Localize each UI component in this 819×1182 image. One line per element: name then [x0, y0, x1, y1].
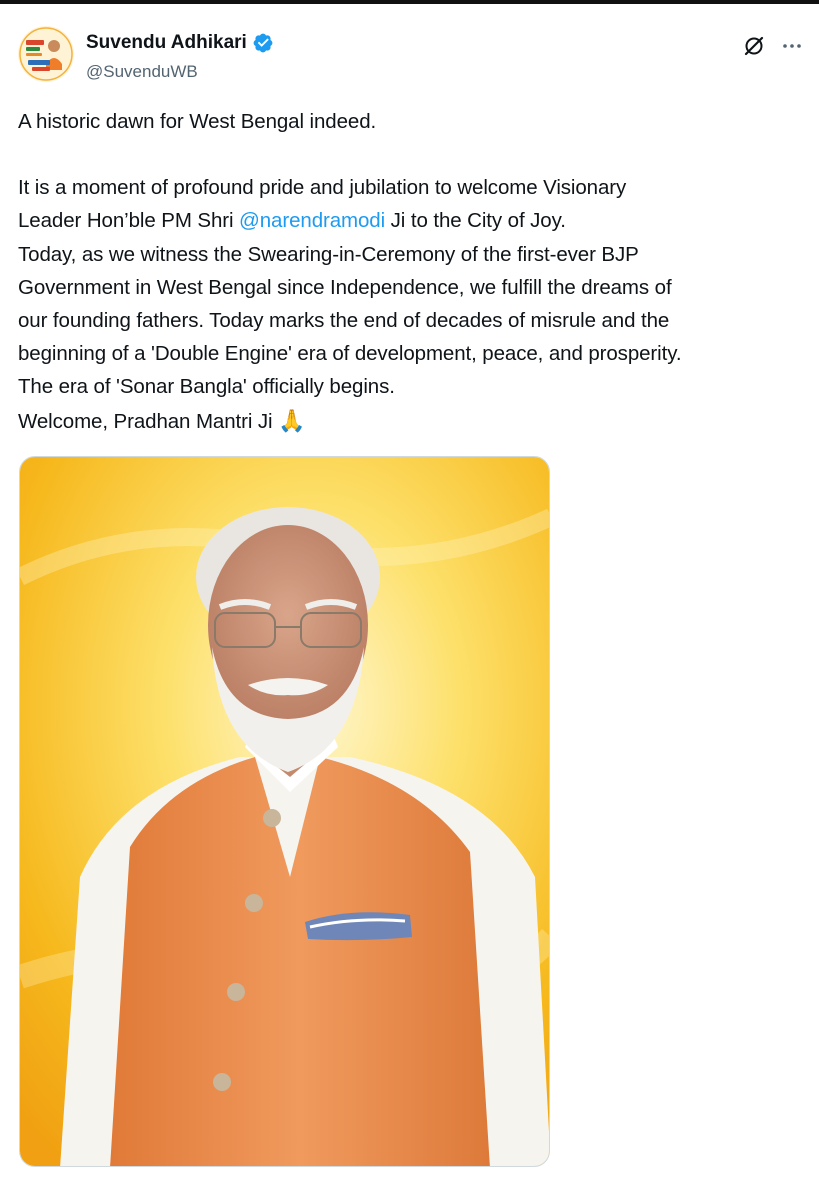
author-name-row[interactable]: Suvendu Adhikari [86, 32, 274, 54]
folded-hands-emoji-icon: 🙏 [278, 407, 306, 433]
author-handle[interactable]: @SuvenduWB [86, 62, 198, 82]
tweet-header: Suvendu Adhikari @SuvenduWB [18, 26, 808, 86]
tweet-text-line: Welcome, Pradhan Mantri Ji 🙏 [18, 404, 803, 438]
tweet-text-line: our founding fathers. Today marks the en… [18, 309, 670, 333]
top-border [0, 0, 819, 4]
author-display-name[interactable]: Suvendu Adhikari [86, 32, 247, 54]
avatar-image [18, 26, 74, 82]
tweet-text-line: A historic dawn for West Bengal indeed. [18, 110, 377, 133]
tweet-text-line: Today, as we witness the Swearing-in-Cer… [18, 242, 639, 266]
avatar[interactable] [18, 26, 74, 82]
more-options-icon[interactable] [780, 34, 804, 58]
tweet-text-line: The era of 'Sonar Bangla' officially beg… [18, 375, 395, 399]
tweet-text-line: Government in West Bengal since Independ… [18, 275, 672, 299]
tweet-text-line: Leader Hon’ble PM Shri @narendramodi Ji … [18, 204, 803, 237]
mention-link[interactable]: @narendramodi [239, 209, 385, 232]
portrait-photo-image [20, 457, 549, 1166]
tweet-text-line: It is a moment of profound pride and jub… [18, 176, 627, 200]
tweet-text-line: beginning of a 'Double Engine' era of de… [18, 342, 682, 366]
tweet-text-segment: Welcome, Pradhan Mantri Ji [18, 409, 273, 433]
verified-badge-icon[interactable] [252, 32, 274, 54]
tweet-text: A historic dawn for West Bengal indeed. … [18, 105, 803, 438]
tweet-photo[interactable] [19, 456, 550, 1167]
tweet-text-segment: Leader Hon’ble PM Shri [18, 209, 240, 233]
grok-icon[interactable] [742, 34, 766, 58]
tweet-text-segment: Ji to the City of Joy. [385, 209, 566, 233]
